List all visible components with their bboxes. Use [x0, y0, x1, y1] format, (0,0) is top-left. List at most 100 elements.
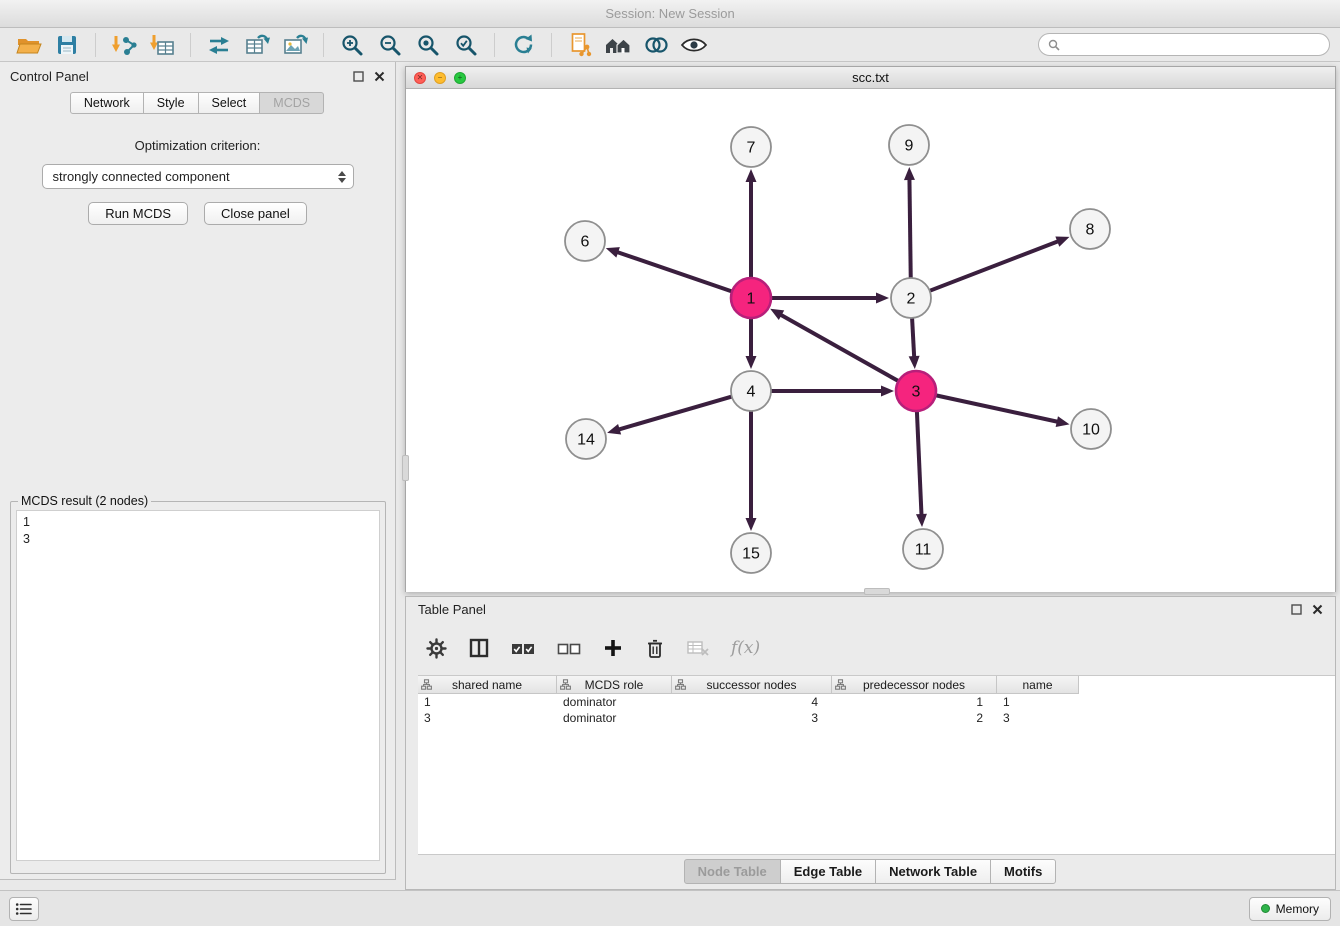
search-input[interactable]	[1066, 38, 1320, 52]
zoom-fit-icon	[416, 33, 440, 57]
toolbar-separator	[494, 33, 495, 57]
deselect-all-rows-button[interactable]	[557, 642, 581, 655]
delete-row-button[interactable]	[645, 638, 665, 659]
graph-edge[interactable]	[618, 397, 732, 430]
graph-edge-arrowhead	[746, 356, 757, 369]
close-icon[interactable]	[374, 71, 385, 82]
minimize-window-icon[interactable]	[434, 72, 446, 84]
graph-node-label: 15	[742, 546, 760, 563]
save-icon	[55, 33, 79, 57]
zoom-in-button[interactable]	[333, 30, 371, 60]
export-table-icon	[244, 32, 270, 58]
table-row[interactable]: 3 dominator 3 2 3	[418, 710, 1335, 726]
memory-button[interactable]: Memory	[1249, 897, 1331, 921]
close-panel-button[interactable]: Close panel	[204, 202, 307, 225]
toolbar-separator	[95, 33, 96, 57]
memory-status-icon	[1261, 904, 1270, 913]
style-venn-button[interactable]	[637, 30, 675, 60]
float-window-icon[interactable]	[353, 71, 364, 82]
close-icon[interactable]	[1312, 604, 1323, 615]
network-window-titlebar[interactable]: scc.txt	[406, 67, 1335, 89]
optimization-criterion-select[interactable]: strongly connected component	[42, 164, 354, 189]
graph-edge[interactable]	[780, 314, 899, 381]
resize-grip[interactable]	[402, 455, 409, 481]
table-settings-button[interactable]	[426, 638, 447, 659]
hierarchy-icon	[835, 679, 846, 690]
table-panel: Table Panel	[405, 596, 1336, 890]
graph-edge-arrowhead	[606, 247, 620, 257]
graph-edge[interactable]	[616, 252, 732, 292]
task-history-button[interactable]	[9, 897, 39, 921]
tab-network[interactable]: Network	[70, 92, 144, 114]
column-header-shared-name[interactable]: shared name	[418, 676, 557, 694]
table-panel-header: Table Panel	[406, 597, 1335, 621]
tab-mcds[interactable]: MCDS	[259, 92, 324, 114]
export-table-button[interactable]	[238, 30, 276, 60]
cell-mcds-role: dominator	[557, 710, 672, 726]
mcds-result-line: 3	[23, 531, 373, 548]
network-canvas[interactable]: 7968124314101511	[406, 89, 1335, 592]
close-window-icon[interactable]	[414, 72, 426, 84]
hierarchy-icon	[675, 679, 686, 690]
refresh-view-button[interactable]	[504, 30, 542, 60]
show-graphics-button[interactable]	[675, 30, 713, 60]
zoom-out-button[interactable]	[371, 30, 409, 60]
apply-function-button[interactable]: f(x)	[731, 638, 760, 658]
list-icon	[15, 902, 33, 916]
maximize-window-icon[interactable]	[454, 72, 466, 84]
graph-edge-arrowhead	[1055, 236, 1069, 246]
export-image-button[interactable]	[276, 30, 314, 60]
column-header-predecessor-nodes[interactable]: predecessor nodes	[832, 676, 997, 694]
column-visibility-button[interactable]	[469, 638, 489, 658]
run-mcds-button[interactable]: Run MCDS	[88, 202, 188, 225]
column-header-mcds-role[interactable]: MCDS role	[557, 676, 672, 694]
tab-edge-table[interactable]: Edge Table	[780, 859, 876, 884]
tab-style[interactable]: Style	[143, 92, 199, 114]
select-stepper-icon	[338, 171, 346, 183]
tab-network-table[interactable]: Network Table	[875, 859, 991, 884]
import-network-button[interactable]	[105, 30, 143, 60]
graph-edge[interactable]	[912, 318, 914, 358]
network-graph[interactable]: 7968124314101511	[406, 89, 1335, 592]
import-table-button[interactable]	[143, 30, 181, 60]
network-view-window: scc.txt 7968124314101511	[405, 66, 1336, 592]
cell-predecessor-nodes: 1	[832, 694, 997, 710]
graph-edge[interactable]	[930, 241, 1060, 291]
tab-node-table[interactable]: Node Table	[684, 859, 781, 884]
graph-node-label: 1	[747, 291, 756, 308]
network-window-title: scc.txt	[852, 70, 889, 85]
add-row-button[interactable]	[603, 638, 623, 658]
graph-edge-arrowhead	[909, 356, 920, 369]
graph-edge-arrowhead	[876, 293, 889, 304]
table-panel-title: Table Panel	[418, 602, 486, 617]
mcds-result-list[interactable]: 1 3	[16, 510, 380, 861]
tab-motifs[interactable]: Motifs	[990, 859, 1056, 884]
float-window-icon[interactable]	[1291, 604, 1302, 615]
graph-edge[interactable]	[936, 395, 1059, 422]
open-session-button[interactable]	[10, 30, 48, 60]
graph-edge[interactable]	[917, 411, 922, 516]
table-row[interactable]: 1 dominator 4 1 1	[418, 694, 1335, 710]
tab-select[interactable]: Select	[198, 92, 261, 114]
traffic-lights	[414, 67, 466, 88]
cell-name: 1	[997, 694, 1079, 710]
main-toolbar	[0, 28, 1340, 62]
graph-node-label: 3	[912, 384, 921, 401]
column-header-name[interactable]: name	[997, 676, 1079, 694]
select-all-rows-button[interactable]	[511, 642, 535, 655]
clear-table-button[interactable]	[687, 640, 709, 656]
refresh-icon	[511, 32, 536, 57]
zoom-selected-button[interactable]	[447, 30, 485, 60]
save-session-button[interactable]	[48, 30, 86, 60]
column-header-successor-nodes[interactable]: successor nodes	[672, 676, 832, 694]
apply-layout-button[interactable]	[200, 30, 238, 60]
plus-icon	[603, 638, 623, 658]
copy-network-button[interactable]	[561, 30, 599, 60]
home-views-button[interactable]	[599, 30, 637, 60]
optimization-criterion-label: Optimization criterion:	[0, 138, 395, 153]
resize-grip[interactable]	[864, 588, 890, 595]
search-icon	[1048, 39, 1060, 51]
control-panel-tabs: Network Style Select MCDS	[0, 92, 395, 114]
zoom-fit-button[interactable]	[409, 30, 447, 60]
graph-edge[interactable]	[909, 178, 910, 278]
